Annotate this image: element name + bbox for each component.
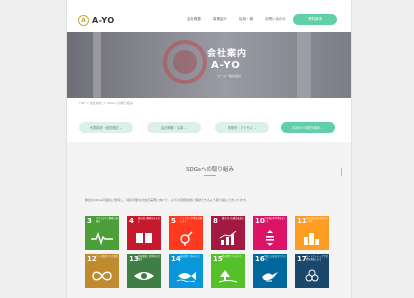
sdg-label: すべての人に健康と福祉を: [96, 217, 118, 223]
tab-access[interactable]: 事業所・アクセス ⌄: [215, 122, 269, 133]
chevron-down-icon: ⌄: [252, 125, 257, 130]
sdg-tile-16[interactable]: 16 平和と公正をすべての人に: [253, 254, 287, 288]
heartbeat-icon: [85, 227, 119, 249]
sdg-label: ジェンダー平等を実現しよう: [180, 217, 202, 223]
sdg-section: SDGsへの取り組み 弊社はSDGsの理念に賛同し、持続可能な社会の実現に向けて…: [67, 142, 351, 298]
sdg-number: 3: [87, 217, 92, 225]
logo[interactable]: A A-YO: [78, 13, 128, 27]
nav-company[interactable]: 会社概要: [187, 17, 201, 22]
nav-recruit[interactable]: 採用・働: [239, 17, 253, 22]
heading-underline: [204, 175, 216, 176]
eye-globe-icon: [127, 265, 161, 287]
sdg-label: 気候変動に具体的な対策を: [138, 255, 160, 261]
logo-mark-icon: A: [78, 14, 89, 26]
tab-overview[interactable]: 会社概要・沿革 ⌄: [147, 122, 201, 133]
breadcrumb[interactable]: TOP ＞ 会社案内 ＞ SDGsへの取り組み: [79, 101, 133, 105]
sdg-tile-5[interactable]: 5 ジェンダー平等を実現しよう: [169, 216, 203, 250]
nav-contact[interactable]: お問い合わせ: [265, 17, 286, 22]
tab-label: 事業所・アクセス: [227, 126, 253, 130]
sdg-label: 人や国の不平等をなくそう: [264, 217, 286, 223]
nav-business[interactable]: 事業紹介: [213, 17, 227, 22]
sdg-label: 海の豊かさを守ろう: [180, 255, 200, 258]
sdg-tile-17[interactable]: 17 パートナーシップで目標を達成しよう: [295, 254, 329, 288]
growth-chart-icon: [211, 227, 245, 249]
hero-decor: [297, 32, 311, 98]
sdg-tile-12[interactable]: 12 つくる責任つかう責任: [85, 254, 119, 288]
hero-decor: [93, 32, 101, 98]
chevron-down-icon: ⌄: [183, 125, 187, 130]
dove-icon: [253, 265, 287, 287]
hero-subtitle: A-YO: [211, 60, 241, 71]
tab-label: SDGsへの取り組み: [292, 126, 321, 130]
equality-icon: [253, 227, 287, 249]
sdg-tile-11[interactable]: 11 住み続けられるまちづくりを: [295, 216, 329, 250]
fish-icon: [169, 265, 203, 287]
infinity-icon: [85, 265, 119, 287]
sdg-number: 8: [213, 217, 218, 225]
hero-banner: 会社案内 A-YO エーヨー株式会社: [67, 32, 351, 98]
partnership-icon: [295, 265, 329, 287]
logo-text: A-YO: [92, 15, 115, 25]
request-docs-button[interactable]: 資料請求: [293, 14, 337, 25]
sdg-number: 4: [129, 217, 134, 225]
tree-icon: [211, 265, 245, 287]
chevron-down-icon: ⌄: [118, 125, 123, 130]
sdg-label: 質の高い教育をみんなに: [138, 217, 160, 223]
sdg-tile-14[interactable]: 14 海の豊かさを守ろう: [169, 254, 203, 288]
sdg-tile-4[interactable]: 4 質の高い教育をみんなに: [127, 216, 161, 250]
section-description: 弊社はSDGsの理念に賛同し、持続可能な社会の実現に向けて、以下の目標達成に貢献…: [85, 198, 249, 202]
city-icon: [295, 227, 329, 249]
sdg-tile-10[interactable]: 10 人や国の不平等をなくそう: [253, 216, 287, 250]
sdg-tile-3[interactable]: 3 すべての人に健康と福祉を: [85, 216, 119, 250]
book-icon: [127, 227, 161, 249]
browser-page: A A-YO 会社概要 事業紹介 採用・働 お問い合わせ 資料請求 会社案内 A…: [66, 0, 352, 298]
page-title: 会社案内: [207, 49, 248, 59]
sdg-label: パートナーシップで目標を達成しよう: [306, 255, 328, 261]
scrollbar-handle[interactable]: [341, 168, 342, 176]
tab-label: 代表挨拶・経営理念: [89, 126, 119, 130]
sdg-tile-8[interactable]: 8 働きがいも経済成長も: [211, 216, 245, 250]
sdg-tile-15[interactable]: 15 陸の豊かさも守ろう: [211, 254, 245, 288]
sdg-label: 陸の豊かさも守ろう: [222, 255, 242, 258]
tab-label: 会社概要・沿革: [161, 126, 184, 130]
sdg-label: つくる責任つかう責任: [96, 255, 118, 258]
sdg-number: 5: [171, 217, 176, 225]
chevron-down-icon: ⌄: [320, 125, 324, 130]
tab-sdgs[interactable]: SDGsへの取り組み ⌄: [281, 122, 335, 133]
tab-greeting[interactable]: 代表挨拶・経営理念 ⌄: [79, 122, 133, 133]
sdg-label: 平和と公正をすべての人に: [264, 255, 286, 261]
sdg-tile-13[interactable]: 13 気候変動に具体的な対策を: [127, 254, 161, 288]
sdg-label: 働きがいも経済成長も: [222, 217, 244, 220]
site-header: A A-YO 会社概要 事業紹介 採用・働 お問い合わせ 資料請求: [67, 8, 351, 32]
section-heading: SDGsへの取り組み: [186, 167, 234, 173]
hero-caption: エーヨー株式会社: [217, 74, 242, 78]
gender-icon: [169, 227, 203, 249]
sdg-label: 住み続けられるまちづくりを: [306, 217, 328, 223]
hero-emblem-inner: [173, 50, 197, 74]
